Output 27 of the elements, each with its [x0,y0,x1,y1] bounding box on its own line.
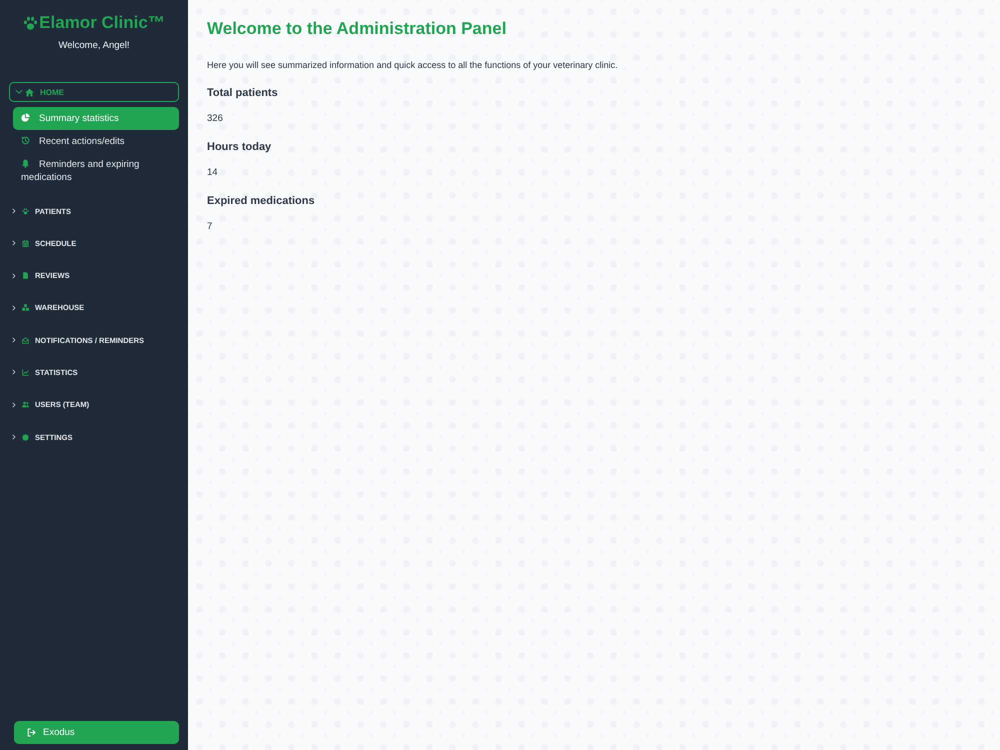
nav-subitem[interactable]: Reminders and expiring medications [13,153,179,189]
paw-icon [22,208,29,214]
history-icon [21,136,30,145]
stat-value: 14 [207,167,219,179]
line-chart-icon [22,368,29,376]
calendar-icon [22,240,29,247]
nav-subitem[interactable]: Recent actions/edits [13,130,179,153]
bell-icon [21,159,30,168]
users-icon [22,401,29,408]
stat-value: 7 [207,221,214,233]
welcome-text: Welcome, Angel! [57,39,131,52]
paw-icon [23,16,38,30]
clinic-name: Elamor Clinic™ [39,12,165,34]
home-icon [25,88,34,96]
nav-section[interactable]: HOME [9,82,179,102]
boxes-icon [22,304,29,312]
stat-value: 326 [207,113,224,125]
file-icon [22,272,29,280]
envelope-icon [22,336,29,344]
intro-text: Here you will see summarized information and quick access to all the functions of your veterinary clinic. [207,59,619,71]
stat-label: Expired medications [207,194,316,208]
pie-chart-icon [21,113,30,122]
page-title: Welcome to the Administration Panel [207,18,508,40]
stat-label: Total patients [207,86,279,100]
settings-icon [22,434,29,441]
logout-icon [27,728,36,737]
stat-label: Hours today [207,140,272,154]
